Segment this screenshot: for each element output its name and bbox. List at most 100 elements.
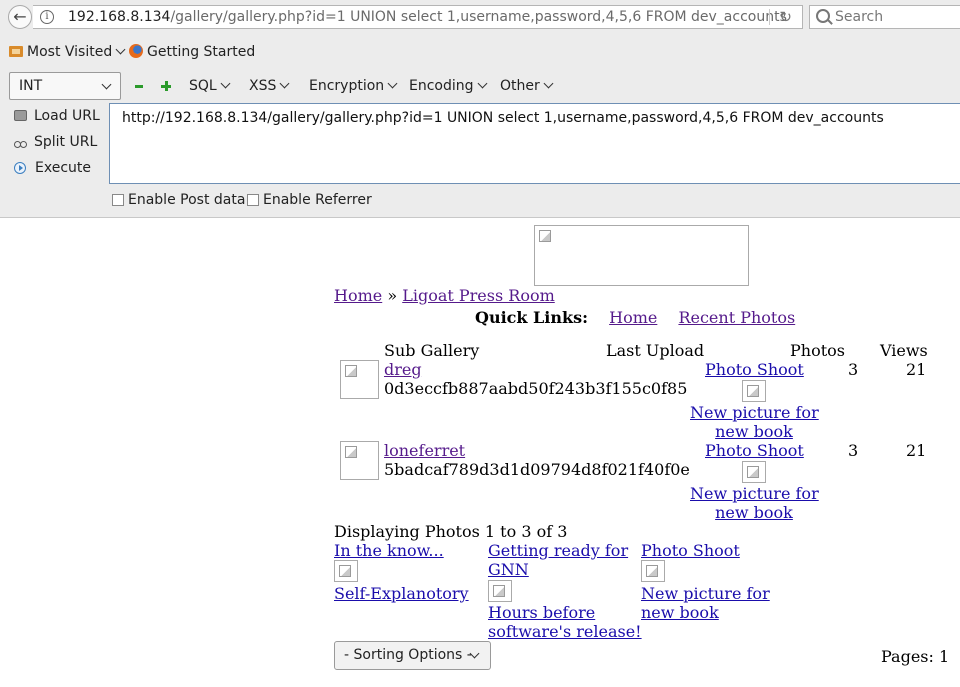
breadcrumb-home-link[interactable]: Home [334, 286, 382, 305]
url-bar[interactable]: i 192.168.8.134/gallery/gallery.php?id=1… [33, 5, 803, 29]
bookmark-label: Getting Started [147, 44, 256, 60]
photo-title-link[interactable]: Photo Shoot [641, 541, 740, 560]
broken-image-icon [345, 446, 357, 458]
views-count: 21 [906, 360, 927, 379]
photo-thumbnail[interactable] [488, 580, 512, 602]
url-path: /gallery/gallery.php?id=1 UNION select 1… [170, 9, 787, 25]
last-upload-caption-link-2[interactable]: new book [690, 422, 818, 441]
chevron-down-icon [477, 78, 487, 89]
photo-caption-link[interactable]: Self-Explanotory [334, 584, 469, 603]
breadcrumb: Home » Ligoat Press Room [334, 286, 555, 305]
enable-referrer-label: Enable Referrer [263, 192, 372, 208]
load-url-button[interactable]: Load URL [14, 108, 100, 124]
photos-count: 3 [848, 360, 859, 379]
last-upload-caption-link[interactable]: New picture for [690, 403, 819, 422]
minus-icon[interactable] [135, 85, 143, 88]
load-url-icon [14, 110, 27, 121]
back-arrow-icon: ← [13, 7, 27, 26]
gallery-thumbnail[interactable] [340, 441, 379, 480]
views-count: 21 [906, 441, 927, 460]
menu-label: Encoding [409, 78, 474, 94]
pages-indicator: Pages: 1 [881, 647, 950, 666]
checkbox-box[interactable] [112, 194, 124, 206]
chevron-down-icon [101, 79, 112, 90]
photo-title-link[interactable]: In the know... [334, 541, 444, 560]
breadcrumb-separator: » [387, 286, 398, 305]
menu-label: XSS [249, 78, 277, 94]
menu-xss[interactable]: XSS [249, 78, 290, 94]
search-bar[interactable]: Search [809, 5, 960, 29]
last-upload-thumbnail[interactable] [742, 380, 766, 402]
bookmark-label: Most Visited [27, 44, 113, 60]
broken-image-icon [646, 565, 658, 577]
browser-chrome: ← i 192.168.8.134/gallery/gallery.php?id… [0, 0, 960, 218]
chevron-down-icon [220, 78, 231, 89]
web-page: Home » Ligoat Press Room Quick Links: Ho… [0, 218, 960, 687]
info-icon[interactable]: i [40, 10, 54, 24]
enable-post-checkbox[interactable]: Enable Post data [112, 192, 245, 208]
header-views: Views [880, 341, 928, 360]
back-button[interactable]: ← [8, 5, 32, 29]
photo-title-link-2[interactable]: GNN [488, 560, 529, 579]
url-divider [769, 9, 770, 25]
last-upload-link[interactable]: Photo Shoot [705, 360, 804, 379]
gallery-thumbnail[interactable] [340, 360, 379, 399]
quick-links: Quick Links: Home Recent Photos [475, 308, 795, 327]
sorting-options-label: - Sorting Options - [344, 647, 472, 663]
url-text[interactable]: 192.168.8.134/gallery/gallery.php?id=1 U… [68, 9, 787, 25]
int-select[interactable]: INT [9, 72, 121, 100]
photo-caption-link-2[interactable]: new book [641, 603, 719, 622]
quick-link-home[interactable]: Home [609, 308, 657, 327]
photo-caption-link[interactable]: New picture for [641, 584, 770, 603]
gallery-name-link[interactable]: dreg [384, 360, 422, 379]
menu-encryption[interactable]: Encryption [309, 78, 398, 94]
hackbar-toolbar: INT SQL XSS Encryption Encoding Other [0, 72, 960, 102]
chevron-down-icon [543, 78, 554, 89]
displaying-photos-text: Displaying Photos 1 to 3 of 3 [334, 522, 568, 541]
navigation-bar: ← i 192.168.8.134/gallery/gallery.php?id… [0, 0, 960, 35]
execute-label: Execute [35, 160, 91, 176]
header-photos: Photos [790, 341, 845, 360]
gallery-hash: 0d3eccfb887aabd50f243b3f155c0f85 [384, 379, 688, 398]
execute-button[interactable]: Execute [14, 160, 91, 176]
photo-thumbnail[interactable] [641, 560, 665, 582]
sorting-options-select[interactable]: - Sorting Options - [334, 641, 491, 670]
hackbar-url-textarea[interactable]: http://192.168.8.134/gallery/gallery.php… [109, 103, 960, 184]
load-url-label: Load URL [34, 108, 100, 124]
reload-icon[interactable]: ↻ [779, 8, 792, 26]
search-icon [816, 9, 830, 23]
quick-link-recent-photos[interactable]: Recent Photos [678, 308, 795, 327]
enable-referrer-checkbox[interactable]: Enable Referrer [247, 192, 372, 208]
last-upload-caption-link[interactable]: New picture for [690, 484, 819, 503]
enable-post-label: Enable Post data [128, 192, 246, 208]
photo-caption-link-2[interactable]: software's release! [488, 622, 642, 641]
chevron-down-icon [279, 78, 290, 89]
bookmark-most-visited[interactable]: Most Visited [9, 44, 126, 60]
menu-sql[interactable]: SQL [189, 78, 231, 94]
bookmark-getting-started[interactable]: Getting Started [129, 44, 255, 60]
int-select-value: INT [19, 78, 43, 94]
menu-label: SQL [189, 78, 217, 94]
photo-thumbnail[interactable] [334, 560, 358, 582]
last-upload-caption-link-2[interactable]: new book [690, 503, 818, 522]
broken-image-icon [539, 230, 551, 242]
menu-encoding[interactable]: Encoding [409, 78, 487, 94]
checkbox-box[interactable] [247, 194, 259, 206]
menu-other[interactable]: Other [500, 78, 554, 94]
broken-image-icon [339, 565, 351, 577]
folder-icon [9, 46, 23, 57]
search-placeholder: Search [835, 9, 884, 25]
last-upload-link[interactable]: Photo Shoot [705, 441, 804, 460]
photo-title-link[interactable]: Getting ready for [488, 541, 628, 560]
firefox-icon [129, 44, 143, 58]
breadcrumb-current-link[interactable]: Ligoat Press Room [402, 286, 555, 305]
menu-label: Other [500, 78, 540, 94]
plus-icon[interactable] [161, 81, 171, 91]
gallery-name-link[interactable]: loneferret [384, 441, 465, 460]
banner-image [534, 225, 749, 286]
split-url-button[interactable]: Split URL [14, 134, 97, 150]
quick-links-label: Quick Links: [475, 308, 589, 327]
photo-caption-link[interactable]: Hours before [488, 603, 595, 622]
last-upload-thumbnail[interactable] [742, 461, 766, 483]
split-url-label: Split URL [34, 134, 98, 150]
